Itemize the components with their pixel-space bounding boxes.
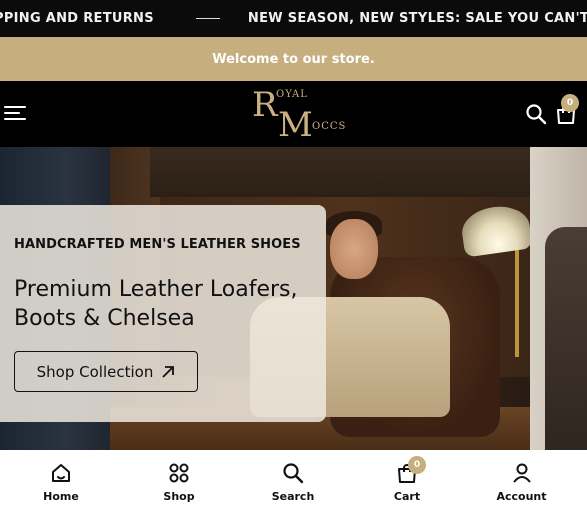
hero-headline-line: Boots & Chelsea: [14, 306, 195, 331]
hero-headline: Premium Leather Loafers, Boots & Chelsea: [14, 275, 314, 333]
hero-banner: HANDCRAFTED MEN'S LEATHER SHOES Premium …: [0, 147, 587, 450]
search-button[interactable]: [525, 103, 547, 125]
arrow-up-right-icon: [162, 365, 175, 378]
hero-headline-line: Premium Leather Loafers,: [14, 277, 298, 302]
nav-label: Shop: [163, 490, 195, 503]
marquee-separator: [195, 18, 220, 19]
nav-label: Search: [271, 490, 315, 503]
marquee-bar: PPING AND RETURNS NEW SEASON, NEW STYLES…: [0, 0, 587, 37]
logo-word-occs: OCCS: [312, 121, 347, 132]
cart-button[interactable]: 0: [555, 94, 579, 125]
nav-item-home[interactable]: Home: [0, 450, 122, 516]
announcement-text: Welcome to our store.: [212, 51, 375, 67]
nav-label: Home: [43, 490, 79, 503]
announcement-bar: Welcome to our store.: [0, 37, 587, 81]
user-icon: [511, 462, 533, 484]
cart-count-badge: 0: [408, 456, 426, 474]
logo-letter-m: M: [278, 105, 313, 145]
shop-collection-label: Shop Collection: [36, 362, 154, 381]
nav-item-cart[interactable]: 0 Cart: [350, 450, 464, 516]
marquee-item: NEW SEASON, NEW STYLES: SALE YOU CAN'T M…: [247, 11, 587, 26]
marquee-track: PPING AND RETURNS NEW SEASON, NEW STYLES…: [0, 0, 587, 37]
nav-item-search[interactable]: Search: [236, 450, 350, 516]
hero-eyebrow: HANDCRAFTED MEN'S LEATHER SHOES: [14, 237, 301, 252]
search-icon: [282, 462, 304, 484]
cart-icon: 0: [396, 456, 426, 484]
grid-icon: [168, 462, 190, 484]
nav-item-account[interactable]: Account: [464, 450, 579, 516]
nav-label: Cart: [393, 490, 421, 503]
home-icon: [50, 462, 72, 484]
shop-collection-button[interactable]: Shop Collection: [14, 351, 198, 392]
menu-button[interactable]: [4, 103, 28, 123]
store-logo[interactable]: R OYAL M OCCS: [250, 85, 352, 145]
logo-word-oyal: OYAL: [276, 89, 308, 100]
logo-letter-r: R: [252, 85, 278, 125]
search-icon: [526, 104, 547, 125]
site-header: R OYAL M OCCS 0: [0, 81, 587, 147]
marquee-item: PPING AND RETURNS: [0, 11, 154, 26]
cart-count-badge: 0: [561, 94, 579, 112]
nav-label: Account: [496, 490, 547, 503]
nav-item-shop[interactable]: Shop: [122, 450, 236, 516]
hero-card: HANDCRAFTED MEN'S LEATHER SHOES Premium …: [0, 205, 326, 422]
bottom-navigation: Home Shop Search 0 Cart Account: [0, 450, 587, 516]
